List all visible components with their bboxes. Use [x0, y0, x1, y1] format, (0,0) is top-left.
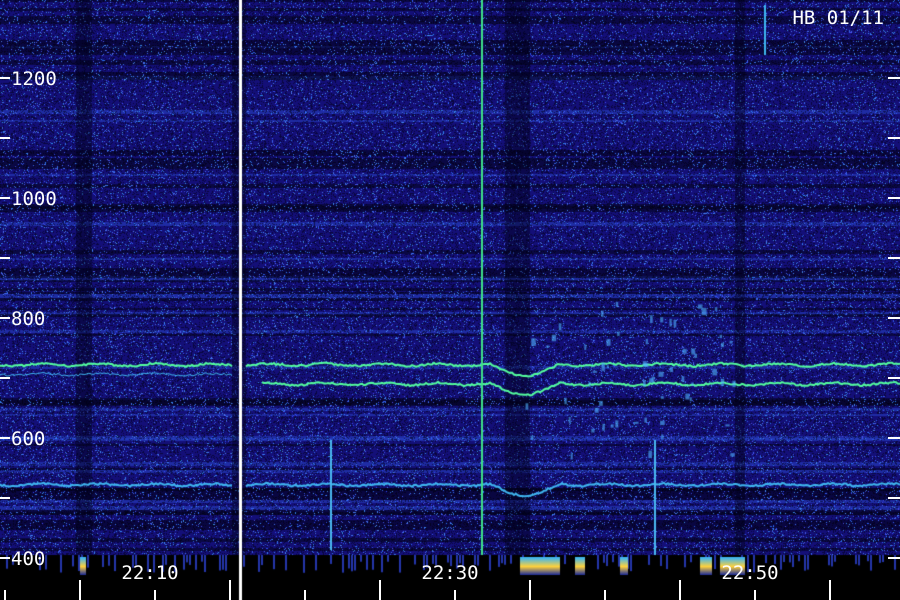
x-tick-label: 22:50 [721, 562, 778, 584]
chart-title: HB 01/11 [792, 7, 884, 29]
y-tick-label: 800 [11, 308, 45, 330]
y-tick-label: 1000 [11, 188, 57, 210]
x-tick-label: 22:30 [421, 562, 478, 584]
x-tick-label: 22:10 [121, 562, 178, 584]
y-tick-label: 400 [11, 548, 45, 570]
y-axis-ticks: 400 600 800 1000 1200 [0, 68, 900, 570]
x-axis-ticks: 22:10 22:30 22:50 [4, 562, 831, 600]
chart-overlay: 400 600 800 1000 1200 22:10 22:30 22:50 HB 01/… [0, 7, 900, 600]
y-tick-label: 1200 [11, 68, 57, 90]
y-tick-label: 600 [11, 428, 45, 450]
spectrogram-chart: 400 600 800 1000 1200 22:10 22:30 22:50 HB 01/… [0, 0, 900, 600]
